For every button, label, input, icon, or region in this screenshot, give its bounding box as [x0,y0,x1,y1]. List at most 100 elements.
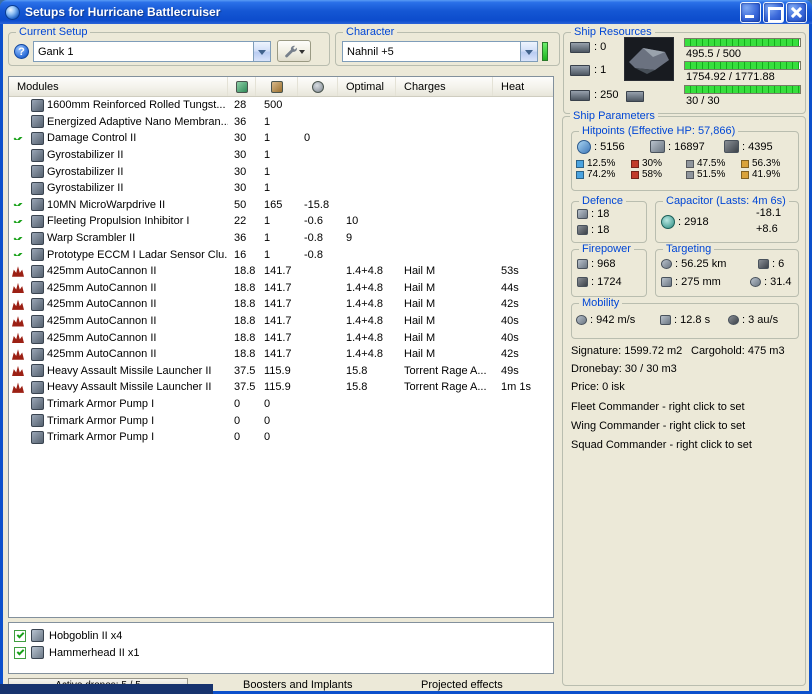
firepower-label: Firepower [579,243,634,255]
overheat-icon [12,382,24,393]
powergrid-column-header[interactable] [256,77,298,96]
module-row[interactable]: Gyrostabilizer II 30 1 [9,180,553,197]
module-icon [30,264,44,278]
module-name: Warp Scrambler II [47,232,136,245]
overheat-icon [12,332,24,344]
fleet-commander-slot[interactable]: Fleet Commander - right click to set [571,401,745,413]
module-row[interactable]: 425mm AutoCannon II 18.8 141.7 1.4+4.8 Hail … [9,263,553,280]
overheat-icon [12,299,24,310]
module-optimal: 1.4+4.8 [346,331,384,344]
sensor-strength-icon [750,277,761,287]
setup-tools-button[interactable] [277,40,311,62]
module-icon [30,231,44,245]
module-powergrid: 1 [264,232,271,245]
armor-resist-value: 58% [642,169,663,180]
heat-column-header[interactable]: Heat [493,77,553,96]
drone-icon [31,646,44,659]
module-optimal: 1.4+4.8 [346,265,384,278]
module-row[interactable]: Trimark Armor Pump I 0 0 [9,412,553,429]
module-icon [30,98,44,112]
eft-window: Setups for Hurricane Battlecruiser Curre… [0,0,812,694]
max-velocity-value: : 942 m/s [590,314,636,326]
resist-cell-thermal: 30% 58% [631,158,686,180]
drone-row[interactable]: Hobgoblin II x4 [9,627,553,644]
character-select[interactable]: Nahnil +5 [342,41,538,62]
module-cap-use: -0.8 [304,232,323,245]
module-powergrid: 141.7 [264,298,292,311]
dropdown-arrow-icon[interactable] [253,42,270,61]
drones-panel: Hobgoblin II x4 Hammerhead II x1 [8,622,554,674]
titlebar[interactable]: Setups for Hurricane Battlecruiser [0,0,812,24]
module-optimal: 10 [346,215,359,228]
module-row[interactable]: Gyrostabilizer II 30 1 [9,147,553,164]
price-info: Price: 0 isk [571,381,625,393]
module-cpu: 30 [234,182,247,195]
dropdown-arrow-icon[interactable] [520,42,537,61]
calibration-icon [570,89,590,101]
cpu-column-header[interactable] [228,77,256,96]
close-button[interactable] [786,1,807,23]
module-row[interactable]: Trimark Armor Pump I 0 0 [9,396,553,413]
module-row[interactable]: 425mm AutoCannon II 18.8 141.7 1.4+4.8 Hail … [9,346,553,363]
module-row[interactable]: Heavy Assault Missile Launcher II 37.5 115… [9,363,553,380]
module-row[interactable]: Gyrostabilizer II 30 1 [9,163,553,180]
hitpoints-label: Hitpoints (Effective HP: 57,866) [579,125,739,137]
module-cap-use: -0.8 [304,248,323,261]
projected-effects-header[interactable]: Projected effects [421,679,503,691]
optimal-column-header[interactable]: Optimal [338,77,396,96]
module-status [9,219,27,223]
module-row[interactable]: Fleeting Propulsion Inhibitor I 22 1 -0.6 10 [9,213,553,230]
hull-icon [724,140,739,153]
hull-hp: : 4395 [724,140,773,153]
module-cpu: 36 [234,232,247,245]
module-cpu: 16 [234,248,247,261]
drone-row[interactable]: Hammerhead II x1 [9,644,553,661]
explosive-damage-icon [741,170,749,179]
minimize-button[interactable] [740,1,761,23]
setup-select[interactable]: Gank 1 [33,41,271,62]
module-row[interactable]: Warp Scrambler II 36 1 -0.8 9 [9,230,553,247]
character-label: Character [343,26,398,38]
module-row[interactable]: Damage Control II 30 1 0 [9,130,553,147]
drone-bay-icon [626,91,644,102]
module-row[interactable]: 425mm AutoCannon II 18.8 141.7 1.4+4.8 Hail … [9,313,553,330]
cargohold-info: Cargohold: 475 m3 [691,345,785,357]
warp-speed-value: : 3 au/s [742,314,779,326]
module-row[interactable]: Prototype ECCM I Ladar Sensor Clu... 16 1 -… [9,246,553,263]
maximize-button[interactable] [763,1,784,23]
module-row[interactable]: Trimark Armor Pump I 0 0 [9,429,553,446]
wing-commander-slot[interactable]: Wing Commander - right click to set [571,420,745,432]
module-row[interactable]: 425mm AutoCannon II 18.8 141.7 1.4+4.8 Hail … [9,280,553,297]
charges-column-header[interactable]: Charges [396,77,493,96]
module-row[interactable]: 425mm AutoCannon II 18.8 141.7 1.4+4.8 Hail … [9,296,553,313]
module-row[interactable]: Energized Adaptive Nano Membran... 36 1 [9,114,553,131]
module-powergrid: 115.9 [264,381,291,394]
character-group: Character Nahnil +5 [335,26,560,66]
check-icon [16,630,24,638]
modules-column-header[interactable]: Modules [9,77,228,96]
current-setup-group: Current Setup ? Gank 1 [8,26,330,66]
setup-selected-value: Gank 1 [38,45,74,58]
calibration-free-value: : 250 [594,89,619,101]
max-targets-icon [758,259,769,269]
module-icon [30,148,44,162]
module-powergrid: 115.9 [264,364,291,377]
help-button[interactable]: ? [14,44,29,59]
modules-table: Modules Optimal Charges Heat 1600mm Rein… [8,76,554,618]
boosters-implants-header[interactable]: Boosters and Implants [243,679,352,691]
signature-info: Signature: 1599.72 m2 [571,345,683,357]
module-cap-use: -15.8 [304,198,330,211]
question-icon: ? [18,45,25,58]
drone-checkbox[interactable] [14,629,26,642]
align-time-icon [660,315,671,325]
drone-checkbox[interactable] [14,646,26,659]
module-row[interactable]: 10MN MicroWarpdrive II 50 165 -15.8 [9,197,553,214]
cpu-icon [235,80,248,93]
module-row[interactable]: 425mm AutoCannon II 18.8 141.7 1.4+4.8 Hail … [9,329,553,346]
module-heat: 40s [501,331,519,344]
module-row[interactable]: Heavy Assault Missile Launcher II 37.5 115… [9,379,553,396]
squad-commander-slot[interactable]: Squad Commander - right click to set [571,439,752,451]
module-row[interactable]: 1600mm Reinforced Rolled Tungst... 28 500 [9,97,553,114]
volley: : 968 [577,258,615,270]
capacitor-column-header[interactable] [298,77,338,96]
